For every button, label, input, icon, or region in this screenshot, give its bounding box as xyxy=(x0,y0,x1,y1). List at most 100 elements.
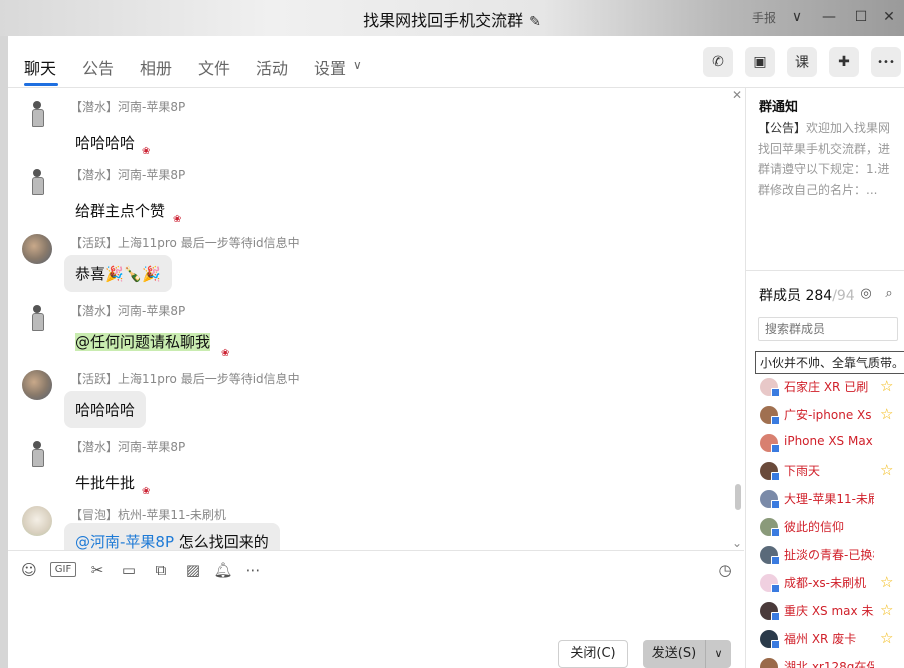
sender-name[interactable]: 【冒泡】杭州-苹果11-未刷机 xyxy=(70,506,226,523)
tab-settings[interactable]: 设置 xyxy=(314,55,346,79)
history-icon[interactable]: ◷ xyxy=(714,560,736,580)
member-item[interactable]: 湖北 xr128g在保未刷 xyxy=(758,656,903,668)
send-button-label[interactable]: 发送(S) xyxy=(643,640,705,668)
sender-name[interactable]: 【潜水】河南-苹果8P xyxy=(70,166,185,183)
avatar[interactable] xyxy=(760,490,780,509)
tab-album[interactable]: 相册 xyxy=(140,55,172,79)
chat-message-list[interactable]: ✕ 【潜水】河南-苹果8P 哈哈哈哈 ❀ 【潜水】河南-苹果8P 给群主点个赞 … xyxy=(8,88,744,550)
scissors-icon[interactable]: ✂ xyxy=(86,560,108,580)
member-name[interactable]: 扯淡の青春-已换机 xyxy=(784,546,874,563)
group-notice-text[interactable]: 【公告】欢迎加入找果网找回苹果手机交流群，进群请遵守以下规定：1.进群修改自己的… xyxy=(758,118,900,200)
members-total: /94 xyxy=(832,288,855,304)
avatar[interactable] xyxy=(22,438,52,468)
image-icon[interactable]: ▨ xyxy=(182,560,204,580)
message-bubble[interactable]: 牛批牛批 xyxy=(64,464,147,501)
message-bubble[interactable]: 哈哈哈哈 xyxy=(64,124,147,161)
member-name[interactable]: 成都-xs-未刷机 xyxy=(784,574,874,591)
mention-link[interactable]: @河南-苹果8P xyxy=(75,533,174,550)
chevron-down-icon[interactable]: ∨ xyxy=(786,7,808,27)
tab-files[interactable]: 文件 xyxy=(198,55,230,79)
member-item[interactable]: 福州 XR 废卡 ☆ xyxy=(758,628,903,650)
member-name[interactable]: 重庆 XS max 未刷 xyxy=(784,602,874,619)
member-name[interactable]: 大理-苹果11-未刷机 xyxy=(784,490,874,507)
avatar[interactable] xyxy=(760,434,780,453)
gif-icon[interactable]: GIF xyxy=(50,562,76,577)
avatar[interactable] xyxy=(22,302,52,332)
chat-scrollbar[interactable] xyxy=(734,90,742,548)
search-icon[interactable]: ⌕ xyxy=(880,285,898,303)
sender-name[interactable]: 【潜水】河南-苹果8P xyxy=(70,438,185,455)
edit-name-icon[interactable]: ✎ xyxy=(529,14,541,30)
bell-icon[interactable]: 🔔︎ xyxy=(212,560,234,580)
close-icon[interactable]: ✕ xyxy=(878,7,900,27)
more-icon[interactable]: ••• xyxy=(871,47,901,77)
emoji-icon[interactable]: ☺ xyxy=(18,560,40,580)
chevron-down-icon[interactable]: ∨ xyxy=(353,58,362,72)
member-item[interactable]: 大理-苹果11-未刷机 xyxy=(758,488,903,510)
minimize-icon[interactable]: — xyxy=(818,7,840,27)
member-name[interactable]: 石家庄 XR 已刷 xyxy=(784,378,874,395)
collapse-label[interactable]: 手报 xyxy=(752,9,776,26)
message-bubble[interactable]: 哈哈哈哈 xyxy=(64,391,147,428)
avatar[interactable] xyxy=(760,518,780,537)
video-icon[interactable]: ▣ xyxy=(745,47,775,77)
avatar[interactable] xyxy=(22,98,52,128)
member-item[interactable]: 彼此的信仰 xyxy=(758,516,903,538)
avatar[interactable] xyxy=(22,166,52,196)
avatar[interactable] xyxy=(760,602,780,621)
avatar[interactable] xyxy=(760,574,780,593)
avatar[interactable] xyxy=(760,406,780,425)
message-bubble[interactable]: 给群主点个赞 xyxy=(64,192,177,229)
avatar[interactable] xyxy=(760,630,780,649)
message-bubble[interactable]: @河南-苹果8P 怎么找回来的 xyxy=(64,523,280,550)
member-name[interactable]: iPhone XS Max 265 xyxy=(784,434,874,448)
avatar[interactable] xyxy=(760,462,780,481)
close-button[interactable]: 关闭(C) xyxy=(558,640,628,668)
member-chat-icon[interactable]: ◎ xyxy=(857,285,875,303)
star-icon: ☆ xyxy=(880,461,894,479)
member-item[interactable]: 石家庄 XR 已刷 ☆ xyxy=(758,376,903,398)
avatar[interactable] xyxy=(22,506,52,536)
tab-activities[interactable]: 活动 xyxy=(256,55,288,79)
message-bubble[interactable]: @任何问题请私聊我 xyxy=(64,323,222,360)
sender-name[interactable]: 【潜水】河南-苹果8P xyxy=(70,302,185,319)
send-options-chevron-icon[interactable]: ∨ xyxy=(705,640,731,668)
maximize-icon[interactable]: ☐ xyxy=(850,7,872,27)
message-text: 怎么找回来的 xyxy=(174,533,269,550)
avatar[interactable] xyxy=(760,546,780,565)
member-item[interactable]: 扯淡の青春-已换机 xyxy=(758,544,903,566)
course-icon[interactable]: 课 xyxy=(787,47,817,77)
tab-chat[interactable]: 聊天 xyxy=(24,55,56,79)
member-name[interactable]: 彼此的信仰 xyxy=(784,518,874,535)
member-name[interactable]: 广安-iphone Xs xyxy=(784,406,874,423)
member-name[interactable]: 湖北 xr128g在保未刷 xyxy=(784,658,874,668)
message-input-area[interactable]: ☺ GIF ✂ ▭ ⧉ ▨ 🔔︎ ⋯ ◷ 关闭(C) 发送(S) ∨ xyxy=(8,550,744,668)
chevron-down-icon[interactable]: ⌄ xyxy=(732,536,742,550)
member-item[interactable]: 重庆 XS max 未刷 ☆ xyxy=(758,600,903,622)
message-plus-icon[interactable]: ✚ xyxy=(829,47,859,77)
phone-icon[interactable]: ✆ xyxy=(703,47,733,77)
tab-announcement[interactable]: 公告 xyxy=(82,55,114,79)
message-bubble[interactable]: 恭喜🎉🍾🎉 xyxy=(64,255,173,292)
avatar[interactable] xyxy=(760,658,778,668)
member-item[interactable]: 广安-iphone Xs ☆ xyxy=(758,404,903,426)
group-notice-title[interactable]: 群通知 xyxy=(759,96,798,115)
member-item[interactable]: 下雨天 ☆ xyxy=(758,460,903,482)
folder-icon[interactable]: ▭ xyxy=(118,560,140,580)
chat-scrollbar-thumb[interactable] xyxy=(735,484,741,510)
member-name[interactable]: 福州 XR 废卡 xyxy=(784,630,874,647)
member-name[interactable]: 下雨天 xyxy=(784,462,874,479)
member-search-input[interactable] xyxy=(758,317,898,341)
sender-name[interactable]: 【潜水】河南-苹果8P xyxy=(70,98,185,115)
member-item[interactable]: iPhone XS Max 265 xyxy=(758,432,903,454)
sender-name[interactable]: 【活跃】上海11pro 最后一步等待id信息中 xyxy=(70,370,300,387)
member-item[interactable]: 成都-xs-未刷机 ☆ xyxy=(758,572,903,594)
avatar[interactable] xyxy=(22,234,52,264)
sender-name[interactable]: 【活跃】上海11pro 最后一步等待id信息中 xyxy=(70,234,300,251)
screenshot-icon[interactable]: ⧉ xyxy=(150,560,172,580)
send-button[interactable]: 发送(S) ∨ xyxy=(643,640,731,668)
avatar[interactable] xyxy=(760,378,780,397)
bubble-decoration-icon: ❀ xyxy=(142,486,151,497)
more-tools-icon[interactable]: ⋯ xyxy=(242,560,264,580)
avatar[interactable] xyxy=(22,370,52,400)
